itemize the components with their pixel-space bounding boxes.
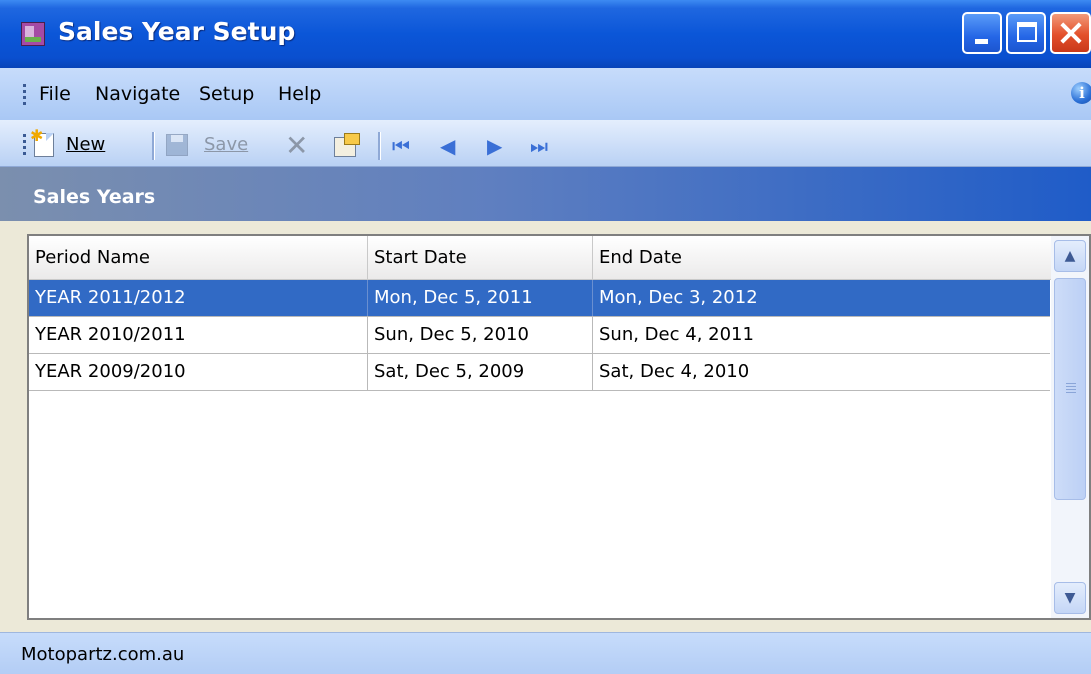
status-text: Motopartz.com.au bbox=[21, 644, 185, 665]
toolbar-separator bbox=[152, 132, 155, 160]
table-row[interactable]: YEAR 2011/2012 Mon, Dec 5, 2011 Mon, Dec… bbox=[29, 280, 1050, 317]
properties-folder-shape bbox=[344, 133, 360, 145]
window-title: Sales Year Setup bbox=[58, 17, 296, 46]
sales-year-setup-window: Sales Year Setup File Navigate Setup Hel… bbox=[0, 0, 1091, 674]
menu-help[interactable]: Help bbox=[278, 83, 321, 105]
cell-period-name: YEAR 2010/2011 bbox=[29, 317, 368, 353]
scroll-down-button[interactable]: ▼ bbox=[1054, 582, 1086, 614]
chevron-up-icon: ▲ bbox=[1064, 248, 1076, 264]
cell-end-date: Sat, Dec 4, 2010 bbox=[599, 361, 750, 382]
menu-navigate[interactable]: Navigate bbox=[95, 83, 180, 105]
delete-icon[interactable]: ✕ bbox=[285, 132, 308, 160]
app-icon[interactable] bbox=[21, 22, 45, 46]
properties-icon[interactable] bbox=[334, 133, 360, 157]
table-row[interactable]: YEAR 2010/2011 Sun, Dec 5, 2010 Sun, Dec… bbox=[29, 317, 1050, 354]
scroll-up-button[interactable]: ▲ bbox=[1054, 240, 1086, 272]
cell-end-date: Sun, Dec 4, 2011 bbox=[599, 324, 754, 345]
first-record-icon[interactable]: ⏮ bbox=[392, 131, 410, 161]
column-header-end-date[interactable]: End Date bbox=[593, 236, 1053, 280]
save-icon bbox=[166, 134, 188, 156]
section-title: Sales Years bbox=[33, 186, 156, 208]
table-row[interactable]: YEAR 2009/2010 Sat, Dec 5, 2009 Sat, Dec… bbox=[29, 354, 1050, 391]
grid-header: Period Name Start Date End Date bbox=[29, 236, 1053, 280]
info-icon[interactable]: i bbox=[1071, 82, 1091, 104]
column-header-period-name[interactable]: Period Name bbox=[29, 236, 368, 280]
maximize-button[interactable] bbox=[1006, 12, 1046, 54]
menu-file[interactable]: File bbox=[39, 83, 71, 105]
new-sparkle-icon: ✱ bbox=[30, 126, 44, 145]
chevron-down-icon: ▼ bbox=[1064, 590, 1076, 606]
cell-period-name: YEAR 2011/2012 bbox=[29, 280, 368, 316]
cell-start-date: Sat, Dec 5, 2009 bbox=[368, 354, 593, 390]
vertical-scrollbar[interactable]: ▲ ▼ bbox=[1051, 236, 1089, 618]
scroll-thumb[interactable] bbox=[1054, 278, 1086, 500]
last-record-icon[interactable]: ⏭ bbox=[530, 131, 548, 161]
menu-setup[interactable]: Setup bbox=[199, 83, 254, 105]
previous-record-icon[interactable]: ◀ bbox=[440, 131, 455, 161]
toolbar-separator bbox=[378, 132, 381, 160]
section-header bbox=[0, 167, 1091, 221]
cell-period-name: YEAR 2009/2010 bbox=[29, 354, 368, 390]
toolbar-grip-handle[interactable] bbox=[23, 134, 26, 156]
new-button[interactable]: New bbox=[66, 134, 105, 155]
close-button[interactable] bbox=[1050, 12, 1091, 54]
scroll-grip-icon bbox=[1066, 383, 1076, 384]
minimize-button[interactable] bbox=[962, 12, 1002, 54]
next-record-icon[interactable]: ▶ bbox=[487, 131, 502, 161]
sales-years-grid[interactable]: Period Name Start Date End Date YEAR 201… bbox=[27, 234, 1091, 620]
save-button[interactable]: Save bbox=[204, 134, 248, 155]
cell-start-date: Mon, Dec 5, 2011 bbox=[368, 280, 593, 316]
cell-start-date: Sun, Dec 5, 2010 bbox=[368, 317, 593, 353]
cell-end-date: Mon, Dec 3, 2012 bbox=[599, 287, 758, 308]
column-header-start-date[interactable]: Start Date bbox=[368, 236, 593, 280]
menu-grip-handle[interactable] bbox=[23, 84, 26, 106]
